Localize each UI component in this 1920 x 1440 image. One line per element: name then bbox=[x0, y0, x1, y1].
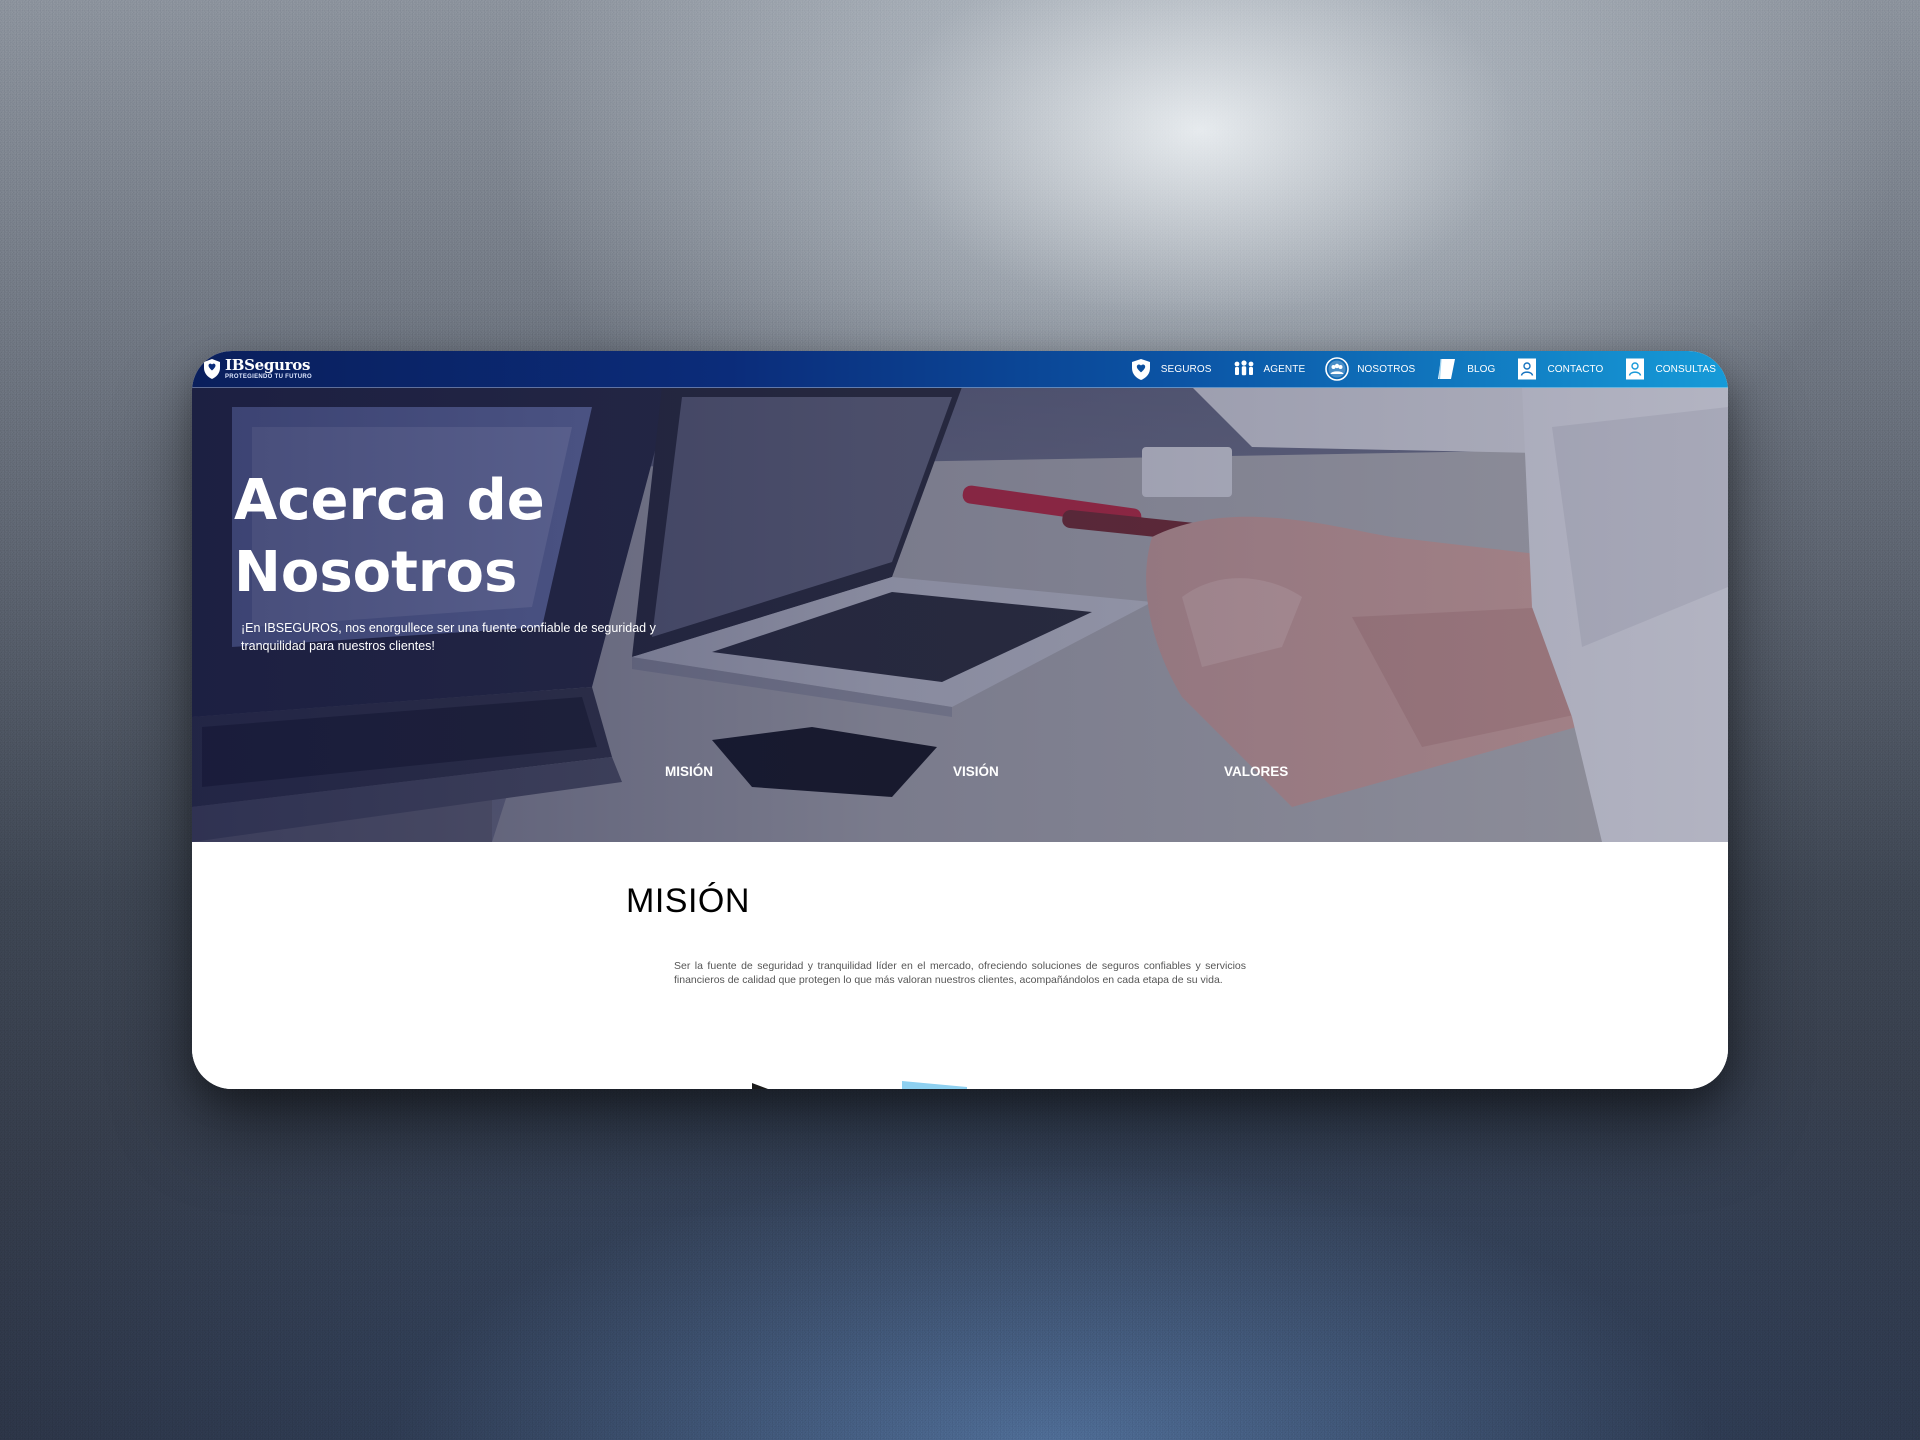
nav-item-contacto[interactable]: CONTACTO bbox=[1515, 357, 1603, 381]
nav-label-blog: BLOG bbox=[1467, 363, 1496, 375]
shield-heart-icon bbox=[1131, 359, 1150, 380]
nav-item-seguros[interactable]: SEGUROS bbox=[1129, 357, 1212, 381]
browser-window: IBSeguros PROTEGIENDO TU FUTURO SEGUROS … bbox=[192, 351, 1728, 1089]
user-card-icon bbox=[1626, 358, 1645, 380]
nav-item-agente[interactable]: AGENTE bbox=[1232, 357, 1306, 381]
nav-item-consultas[interactable]: CONSULTAS bbox=[1623, 357, 1716, 381]
nav-label-agente: AGENTE bbox=[1263, 363, 1306, 375]
book-icon bbox=[1438, 358, 1456, 380]
nav-label-consultas: CONSULTAS bbox=[1655, 363, 1716, 375]
team-circle-icon bbox=[1325, 357, 1350, 381]
nav-label-contacto: CONTACTO bbox=[1547, 363, 1604, 375]
nav-item-nosotros[interactable]: NOSOTROS bbox=[1325, 357, 1415, 381]
nav-label-nosotros: NOSOTROS bbox=[1357, 363, 1416, 375]
section-body: Ser la fuente de seguridad y tranquilida… bbox=[674, 960, 1246, 986]
main-nav: SEGUROS AGENTE NOSOTROS BLOG CONTACTO CO… bbox=[1109, 351, 1716, 387]
tab-valores[interactable]: VALORES bbox=[1224, 764, 1288, 779]
brand-logo[interactable]: IBSeguros PROTEGIENDO TU FUTURO bbox=[202, 355, 312, 383]
people-group-icon bbox=[1234, 360, 1253, 376]
brand-name: IBSeguros bbox=[225, 356, 311, 374]
hero-banner: Acerca de Nosotros ¡En IBSEGUROS, nos en… bbox=[192, 387, 1728, 842]
mission-section: MISIÓN Ser la fuente de seguridad y tran… bbox=[192, 842, 1728, 1089]
top-navbar: IBSeguros PROTEGIENDO TU FUTURO SEGUROS … bbox=[192, 351, 1728, 388]
shield-logo-icon bbox=[204, 359, 220, 379]
hero-subtitle: ¡En IBSEGUROS, nos enorgullece ser una f… bbox=[241, 621, 656, 653]
user-card-icon bbox=[1518, 358, 1537, 380]
nav-label-seguros: SEGUROS bbox=[1160, 363, 1212, 375]
brand-tagline: PROTEGIENDO TU FUTURO bbox=[225, 374, 312, 380]
tab-vision[interactable]: VISIÓN bbox=[953, 764, 999, 779]
tab-mision[interactable]: MISIÓN bbox=[665, 764, 713, 779]
nav-item-blog[interactable]: BLOG bbox=[1435, 357, 1495, 381]
page-title: Acerca de Nosotros bbox=[234, 468, 545, 605]
section-title: MISIÓN bbox=[626, 882, 750, 920]
decorative-shapes bbox=[752, 1081, 967, 1089]
